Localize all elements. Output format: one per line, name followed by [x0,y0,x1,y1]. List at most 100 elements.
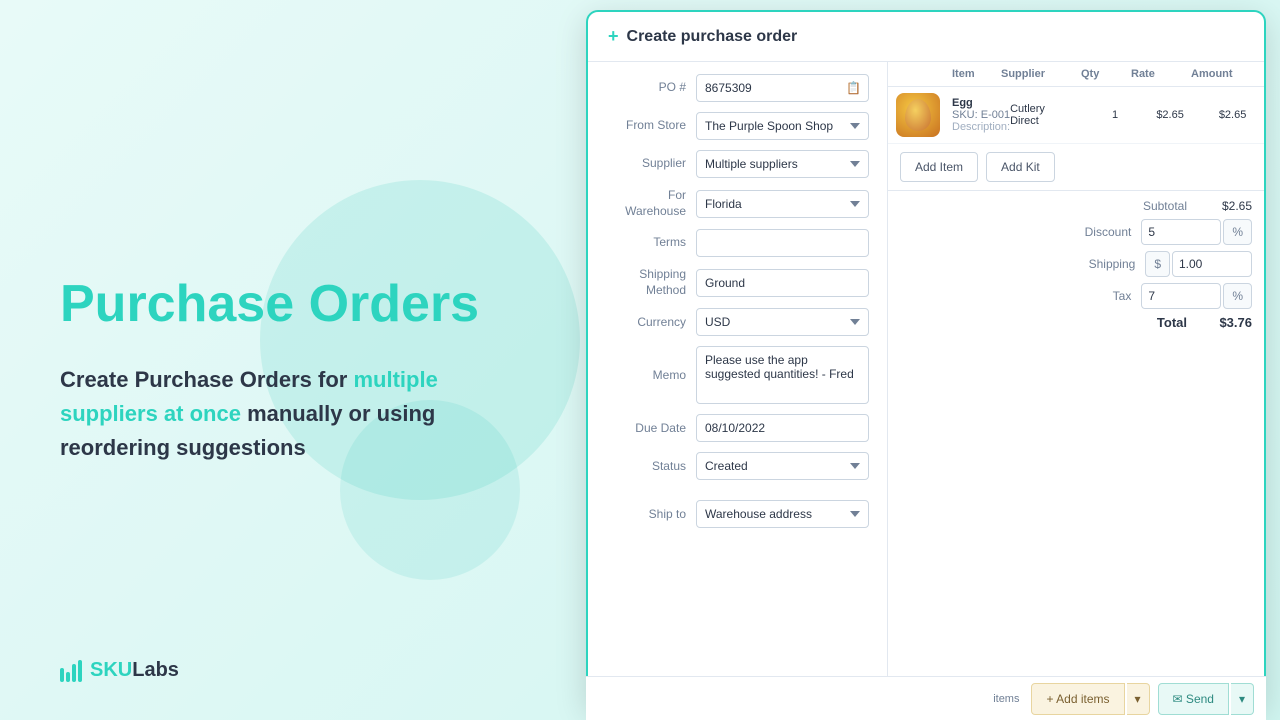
status-row: Status Created [606,452,869,480]
memo-row: Memo Please use the app suggested quanti… [606,346,869,404]
add-items-button[interactable]: + Add items [1031,683,1124,715]
total-row: Total $3.76 [900,315,1252,330]
col-qty: Qty [1081,68,1131,80]
logo: SKULabs [60,659,179,682]
ship-to-label: Ship to [606,507,696,523]
ship-to-select[interactable]: Warehouse address [696,500,869,528]
item-sku: SKU: E-001 [952,109,1010,121]
supplier-select[interactable]: Multiple suppliers [696,150,869,178]
from-store-row: From Store The Purple Spoon Shop [606,112,869,140]
subtitle: Create Purchase Orders for multiple supp… [60,363,520,465]
item-image [896,93,952,137]
tax-input[interactable] [1141,283,1221,309]
due-date-row: Due Date [606,414,869,442]
add-item-button[interactable]: Add Item [900,152,978,182]
currency-row: Currency USD [606,308,869,336]
subtotal-value: $2.65 [1197,199,1252,213]
supplier-row: Supplier Multiple suppliers [606,150,869,178]
modal-header: + Create purchase order [588,12,1264,62]
tax-row: Tax % [900,283,1252,309]
discount-input-group: % [1141,219,1252,245]
from-store-select[interactable]: The Purple Spoon Shop [696,112,869,140]
tax-percent-button[interactable]: % [1223,283,1252,309]
plus-icon: + [608,26,619,47]
po-label: PO # [606,80,696,96]
terms-input[interactable] [696,229,869,257]
shipping-input[interactable] [1172,251,1252,277]
status-label: Status [606,459,696,475]
create-purchase-order-modal: + Create purchase order PO # 📋 From Stor… [586,10,1266,710]
table-row: Egg SKU: E-001 Description: CutleryDirec… [888,87,1264,144]
col-image [896,68,952,80]
tax-label: Tax [1061,289,1131,303]
status-select[interactable]: Created [696,452,869,480]
currency-label: Currency [606,315,696,331]
po-input-wrapper: 📋 [696,74,869,102]
logo-text: SKULabs [90,659,179,682]
form-panel: PO # 📋 From Store The Purple Spoon Shop … [588,62,888,708]
modal-body: PO # 📋 From Store The Purple Spoon Shop … [588,62,1264,708]
shipping-method-input[interactable] [696,269,869,297]
subtitle-part3: manually or using [241,401,435,426]
logo-bars-icon [60,660,82,682]
add-kit-button[interactable]: Add Kit [986,152,1055,182]
po-input[interactable] [696,74,869,102]
due-date-label: Due Date [606,421,696,437]
col-item: Item [952,68,1001,80]
total-label: Total [1117,315,1187,330]
discount-percent-button[interactable]: % [1223,219,1252,245]
subtitle-line2: reordering suggestions [60,435,306,460]
item-qty: 1 [1090,109,1140,121]
item-description: Description: [952,121,1010,133]
item-rate: $2.65 [1140,109,1200,121]
shipping-method-label: ShippingMethod [606,267,696,298]
logo-labs: Labs [132,659,179,681]
discount-row: Discount % [900,219,1252,245]
modal-title: Create purchase order [627,28,798,46]
send-arrow-button[interactable]: ▾ [1231,683,1254,715]
add-items-arrow-button[interactable]: ▾ [1127,683,1150,715]
send-button[interactable]: ✉ Send [1158,683,1229,715]
subtotal-row: Subtotal $2.65 [900,199,1252,213]
po-row: PO # 📋 [606,74,869,102]
memo-label: Memo [606,368,696,384]
left-panel: Purchase Orders Create Purchase Orders f… [0,0,580,720]
page-title: Purchase Orders [60,275,520,335]
item-info: Egg SKU: E-001 Description: [952,97,1010,133]
shipping-input-group: $ [1145,251,1252,277]
item-supplier: CutleryDirect [1010,103,1090,127]
items-label: items [993,693,1019,705]
total-value: $3.76 [1197,315,1252,330]
for-warehouse-label: ForWarehouse [606,188,696,219]
shipping-row: Shipping $ [900,251,1252,277]
col-supplier: Supplier [1001,68,1081,80]
logo-sku: SKU [90,659,132,681]
calendar-icon: 📋 [846,81,861,95]
tax-input-group: % [1141,283,1252,309]
memo-textarea[interactable]: Please use the app suggested quantities!… [696,346,869,404]
col-amount: Amount [1191,68,1256,80]
terms-row: Terms [606,229,869,257]
subtitle-highlight1: multiple [353,367,437,392]
subtotal-label: Subtotal [1117,199,1187,213]
due-date-input[interactable] [696,414,869,442]
totals-section: Subtotal $2.65 Discount % Shipping $ [888,190,1264,344]
discount-input[interactable] [1141,219,1221,245]
col-rate: Rate [1131,68,1191,80]
items-count: items [993,693,1019,705]
currency-select[interactable]: USD [696,308,869,336]
from-store-label: From Store [606,118,696,134]
action-buttons: Add Item Add Kit [888,144,1264,190]
item-amount: $2.65 [1200,109,1264,121]
ship-to-row: Ship to Warehouse address [606,500,869,528]
for-warehouse-row: ForWarehouse Florida [606,188,869,219]
subtitle-highlight2: suppliers at once [60,401,241,426]
terms-label: Terms [606,235,696,251]
supplier-label: Supplier [606,156,696,172]
shipping-label: Shipping [1065,257,1135,271]
shipping-dollar-button[interactable]: $ [1145,251,1170,277]
for-warehouse-select[interactable]: Florida [696,190,869,218]
subtitle-part1: Create Purchase Orders for [60,367,353,392]
shipping-method-row: ShippingMethod [606,267,869,298]
egg-icon [905,99,931,131]
